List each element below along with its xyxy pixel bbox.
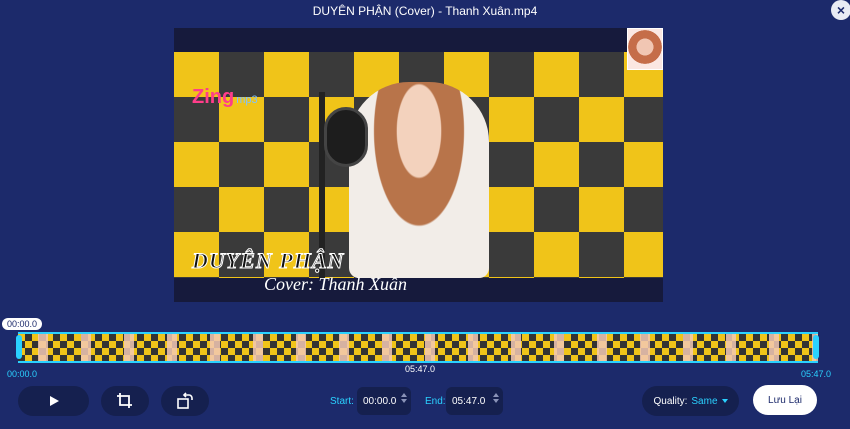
- play-button[interactable]: [18, 386, 89, 416]
- crop-icon: [117, 393, 132, 408]
- chevron-up-icon[interactable]: [493, 393, 499, 397]
- microphone: [324, 107, 368, 167]
- timeline-end-time: 05:47.0: [801, 369, 832, 379]
- logo-main: Zing: [192, 86, 235, 108]
- start-label: Start:: [330, 396, 354, 407]
- end-time-value: 05:47.0: [452, 395, 486, 407]
- play-icon: [49, 396, 59, 406]
- start-time-stepper[interactable]: [401, 393, 407, 403]
- crop-button[interactable]: [101, 386, 149, 416]
- cover-caption: Cover: Thanh Xuân: [264, 274, 407, 294]
- chevron-up-icon[interactable]: [401, 393, 407, 397]
- logo-sub: mp3: [236, 94, 258, 106]
- close-button[interactable]: ×: [831, 0, 850, 20]
- video-letterbox-bottom: [174, 278, 663, 302]
- quality-label: Quality:: [653, 395, 688, 407]
- rotate-icon: [177, 392, 193, 409]
- zing-logo: Zing mp3: [192, 86, 258, 109]
- timeline-strip[interactable]: [18, 332, 818, 363]
- channel-thumbnail: [627, 28, 663, 70]
- rotate-button[interactable]: [161, 386, 209, 416]
- song-title-overlay: DUYÊN PHẬN: [191, 248, 345, 274]
- caret-down-icon: [721, 399, 728, 403]
- chevron-down-icon[interactable]: [401, 399, 407, 403]
- chevron-down-icon[interactable]: [493, 399, 499, 403]
- end-label: End:: [425, 396, 446, 407]
- start-time-value: 00:00.0: [363, 395, 397, 407]
- quality-value: Same: [691, 395, 718, 407]
- end-time-input[interactable]: 05:47.0: [446, 387, 503, 415]
- timeline-frames: [18, 334, 818, 361]
- quality-dropdown[interactable]: Quality: Same: [642, 386, 739, 416]
- timeline-start-time: 00:00.0: [7, 369, 38, 379]
- trim-start-handle[interactable]: [16, 335, 22, 359]
- window-title: DUYÊN PHẬN (Cover) - Thanh Xuân.mp4: [312, 4, 538, 18]
- end-time-stepper[interactable]: [493, 393, 499, 403]
- start-time-input[interactable]: 00:00.0: [357, 387, 411, 415]
- video-letterbox-top: [174, 28, 663, 52]
- current-time-bubble: 00:00.0: [2, 318, 43, 330]
- singer-figure: [349, 82, 489, 278]
- save-button[interactable]: Lưu Lại: [753, 385, 817, 415]
- video-player[interactable]: Zing mp3 DUYÊN PHẬN Cover: Thanh Xuân: [174, 28, 663, 302]
- video-frame: Zing mp3 DUYÊN PHẬN: [174, 52, 663, 278]
- timeline-mid-time: 05:47.0: [405, 364, 436, 374]
- trim-end-handle[interactable]: [813, 335, 819, 359]
